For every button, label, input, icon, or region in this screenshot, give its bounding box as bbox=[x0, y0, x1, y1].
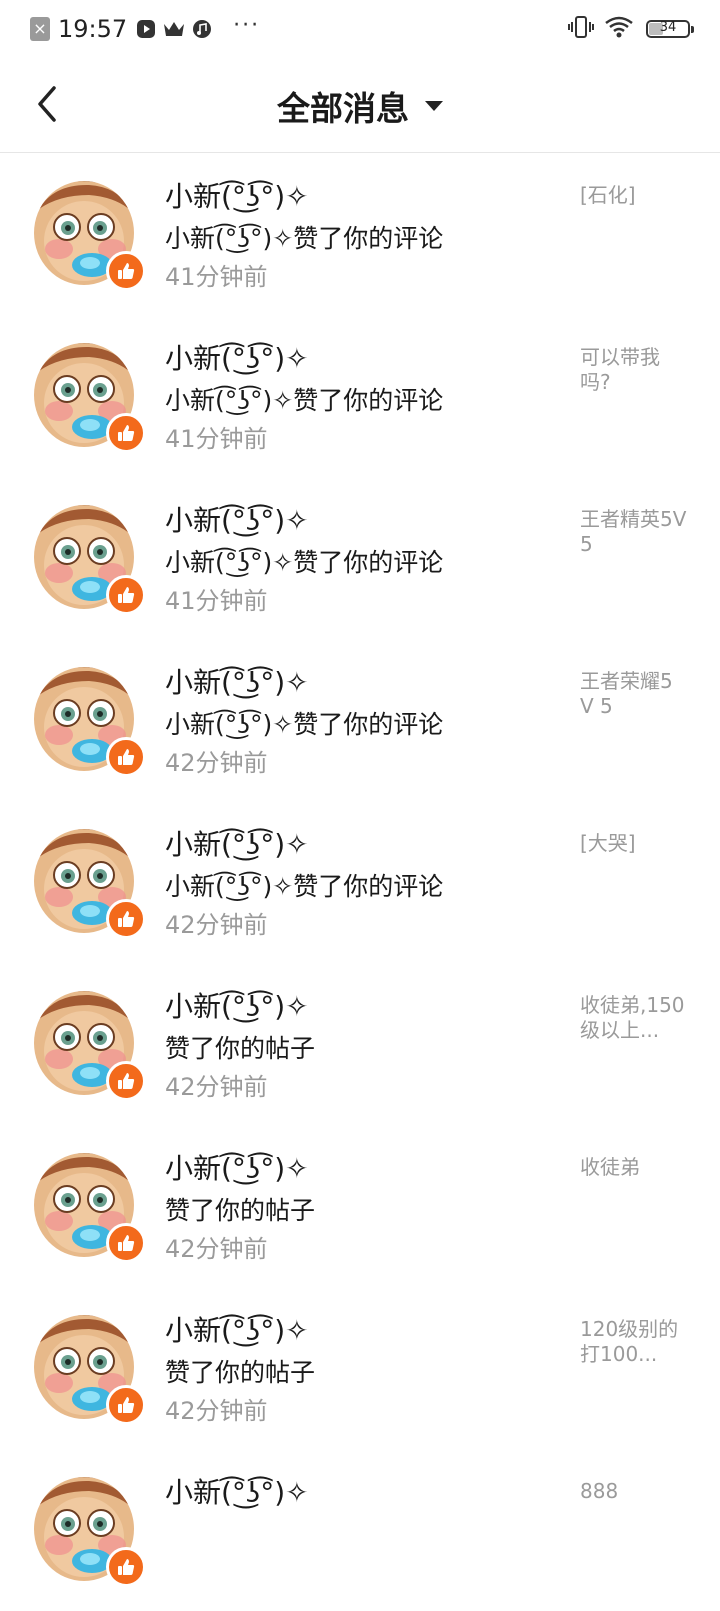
sender-name: 小新(͡°͜ʖ͡°)✧ bbox=[165, 180, 309, 213]
avatar[interactable] bbox=[34, 341, 146, 453]
post-preview[interactable]: [大哭] bbox=[580, 831, 690, 856]
caret-down-icon bbox=[425, 101, 443, 111]
like-badge bbox=[106, 575, 146, 615]
notification-item[interactable]: 小新(͡°͜ʖ͡°)✧ 赞了你的帖子 42分钟前 收徒弟,150级以上... bbox=[0, 963, 720, 1125]
post-preview[interactable]: [石化] bbox=[580, 183, 690, 208]
post-preview[interactable]: 收徒弟 bbox=[580, 1155, 690, 1180]
notification-x-icon: × bbox=[30, 17, 50, 41]
avatar[interactable] bbox=[34, 1475, 146, 1587]
page-header: 全部消息 bbox=[0, 56, 720, 153]
sender-name: 小新(͡°͜ʖ͡°)✧ bbox=[165, 666, 309, 699]
like-badge bbox=[106, 1547, 146, 1587]
thumbs-up-icon bbox=[118, 587, 135, 603]
notification-message: 小新(͡°͜ʖ͡°)✧赞了你的评论 bbox=[165, 710, 444, 739]
thumbs-up-icon bbox=[118, 1397, 135, 1413]
sender-name: 小新(͡°͜ʖ͡°)✧ bbox=[165, 342, 309, 375]
like-badge bbox=[106, 1223, 146, 1263]
thumbs-up-icon bbox=[118, 1073, 135, 1089]
notification-message: 赞了你的帖子 bbox=[165, 1034, 316, 1063]
video-icon bbox=[135, 18, 157, 40]
notification-item[interactable]: 小新(͡°͜ʖ͡°)✧ 小新(͡°͜ʖ͡°)✧赞了你的评论 41分钟前 王者精英… bbox=[0, 477, 720, 639]
notification-time: 42分钟前 bbox=[165, 1235, 268, 1263]
notification-message: 小新(͡°͜ʖ͡°)✧赞了你的评论 bbox=[165, 224, 444, 253]
notification-message: 小新(͡°͜ʖ͡°)✧赞了你的评论 bbox=[165, 386, 444, 415]
notification-item[interactable]: 小新(͡°͜ʖ͡°)✧ 小新(͡°͜ʖ͡°)✧赞了你的评论 42分钟前 王者荣耀… bbox=[0, 639, 720, 801]
like-badge bbox=[106, 413, 146, 453]
post-preview[interactable]: 可以带我吗? bbox=[580, 345, 690, 395]
notification-item[interactable]: 小新(͡°͜ʖ͡°)✧ 小新(͡°͜ʖ͡°)✧赞了你的评论 42分钟前 [大哭] bbox=[0, 801, 720, 963]
notification-time: 41分钟前 bbox=[165, 587, 268, 615]
sender-name: 小新(͡°͜ʖ͡°)✧ bbox=[165, 504, 309, 537]
notification-list: 小新(͡°͜ʖ͡°)✧ 小新(͡°͜ʖ͡°)✧赞了你的评论 41分钟前 [石化] bbox=[0, 153, 720, 1611]
sender-name: 小新(͡°͜ʖ͡°)✧ bbox=[165, 990, 309, 1023]
post-preview[interactable]: 120级别的打100... bbox=[580, 1317, 690, 1367]
battery-icon: 34 bbox=[646, 20, 694, 38]
notification-time: 41分钟前 bbox=[165, 425, 268, 453]
like-badge bbox=[106, 1061, 146, 1101]
notification-item[interactable]: 小新(͡°͜ʖ͡°)✧ 赞了你的帖子 42分钟前 120级别的打100... bbox=[0, 1287, 720, 1449]
notification-message: 小新(͡°͜ʖ͡°)✧赞了你的评论 bbox=[165, 548, 444, 577]
thumbs-up-icon bbox=[118, 263, 135, 279]
sender-name: 小新(͡°͜ʖ͡°)✧ bbox=[165, 1152, 309, 1185]
crown-icon bbox=[163, 18, 185, 40]
like-badge bbox=[106, 899, 146, 939]
avatar[interactable] bbox=[34, 179, 146, 291]
sender-name: 小新(͡°͜ʖ͡°)✧ bbox=[165, 1314, 309, 1347]
like-badge bbox=[106, 1385, 146, 1425]
thumbs-up-icon bbox=[118, 749, 135, 765]
notification-time: 42分钟前 bbox=[165, 749, 268, 777]
thumbs-up-icon bbox=[118, 911, 135, 927]
post-preview[interactable]: 888 bbox=[580, 1479, 690, 1504]
battery-percent: 34 bbox=[659, 20, 677, 35]
more-dots-icon: ··· bbox=[233, 12, 261, 38]
sender-name: 小新(͡°͜ʖ͡°)✧ bbox=[165, 828, 309, 861]
avatar[interactable] bbox=[34, 989, 146, 1101]
thumbs-up-icon bbox=[118, 1559, 135, 1575]
message-filter-dropdown[interactable]: 全部消息 bbox=[0, 82, 720, 130]
notification-message: 赞了你的帖子 bbox=[165, 1196, 316, 1225]
avatar[interactable] bbox=[34, 503, 146, 615]
like-badge bbox=[106, 251, 146, 291]
post-preview[interactable]: 王者精英5V5 bbox=[580, 507, 690, 557]
avatar[interactable] bbox=[34, 665, 146, 777]
status-time: 19:57 bbox=[58, 15, 128, 43]
post-preview[interactable]: 王者荣耀5 V 5 bbox=[580, 669, 690, 719]
post-preview[interactable]: 收徒弟,150级以上... bbox=[580, 993, 690, 1043]
notification-time: 41分钟前 bbox=[165, 263, 268, 291]
notification-item[interactable]: 小新(͡°͜ʖ͡°)✧ 小新(͡°͜ʖ͡°)✧赞了你的评论 41分钟前 [石化] bbox=[0, 153, 720, 315]
notification-item[interactable]: 小新(͡°͜ʖ͡°)✧ 赞了你的帖子 42分钟前 收徒弟 bbox=[0, 1125, 720, 1287]
avatar[interactable] bbox=[34, 827, 146, 939]
notification-message: 小新(͡°͜ʖ͡°)✧赞了你的评论 bbox=[165, 872, 444, 901]
notification-time: 42分钟前 bbox=[165, 1397, 268, 1425]
sender-name: 小新(͡°͜ʖ͡°)✧ bbox=[165, 1476, 309, 1509]
music-icon bbox=[191, 18, 213, 40]
thumbs-up-icon bbox=[118, 1235, 135, 1251]
notification-message: 赞了你的帖子 bbox=[165, 1358, 316, 1387]
like-badge bbox=[106, 737, 146, 777]
notification-item[interactable]: 小新(͡°͜ʖ͡°)✧ 888 bbox=[0, 1449, 720, 1611]
status-bar: × 19:57 ··· 34 bbox=[0, 0, 720, 56]
page-title: 全部消息 bbox=[277, 89, 409, 128]
wifi-icon bbox=[604, 15, 634, 43]
avatar[interactable] bbox=[34, 1151, 146, 1263]
avatar[interactable] bbox=[34, 1313, 146, 1425]
vibrate-icon bbox=[568, 15, 594, 43]
thumbs-up-icon bbox=[118, 425, 135, 441]
notification-time: 42分钟前 bbox=[165, 911, 268, 939]
notification-time: 42分钟前 bbox=[165, 1073, 268, 1101]
notification-item[interactable]: 小新(͡°͜ʖ͡°)✧ 小新(͡°͜ʖ͡°)✧赞了你的评论 41分钟前 可以带我… bbox=[0, 315, 720, 477]
